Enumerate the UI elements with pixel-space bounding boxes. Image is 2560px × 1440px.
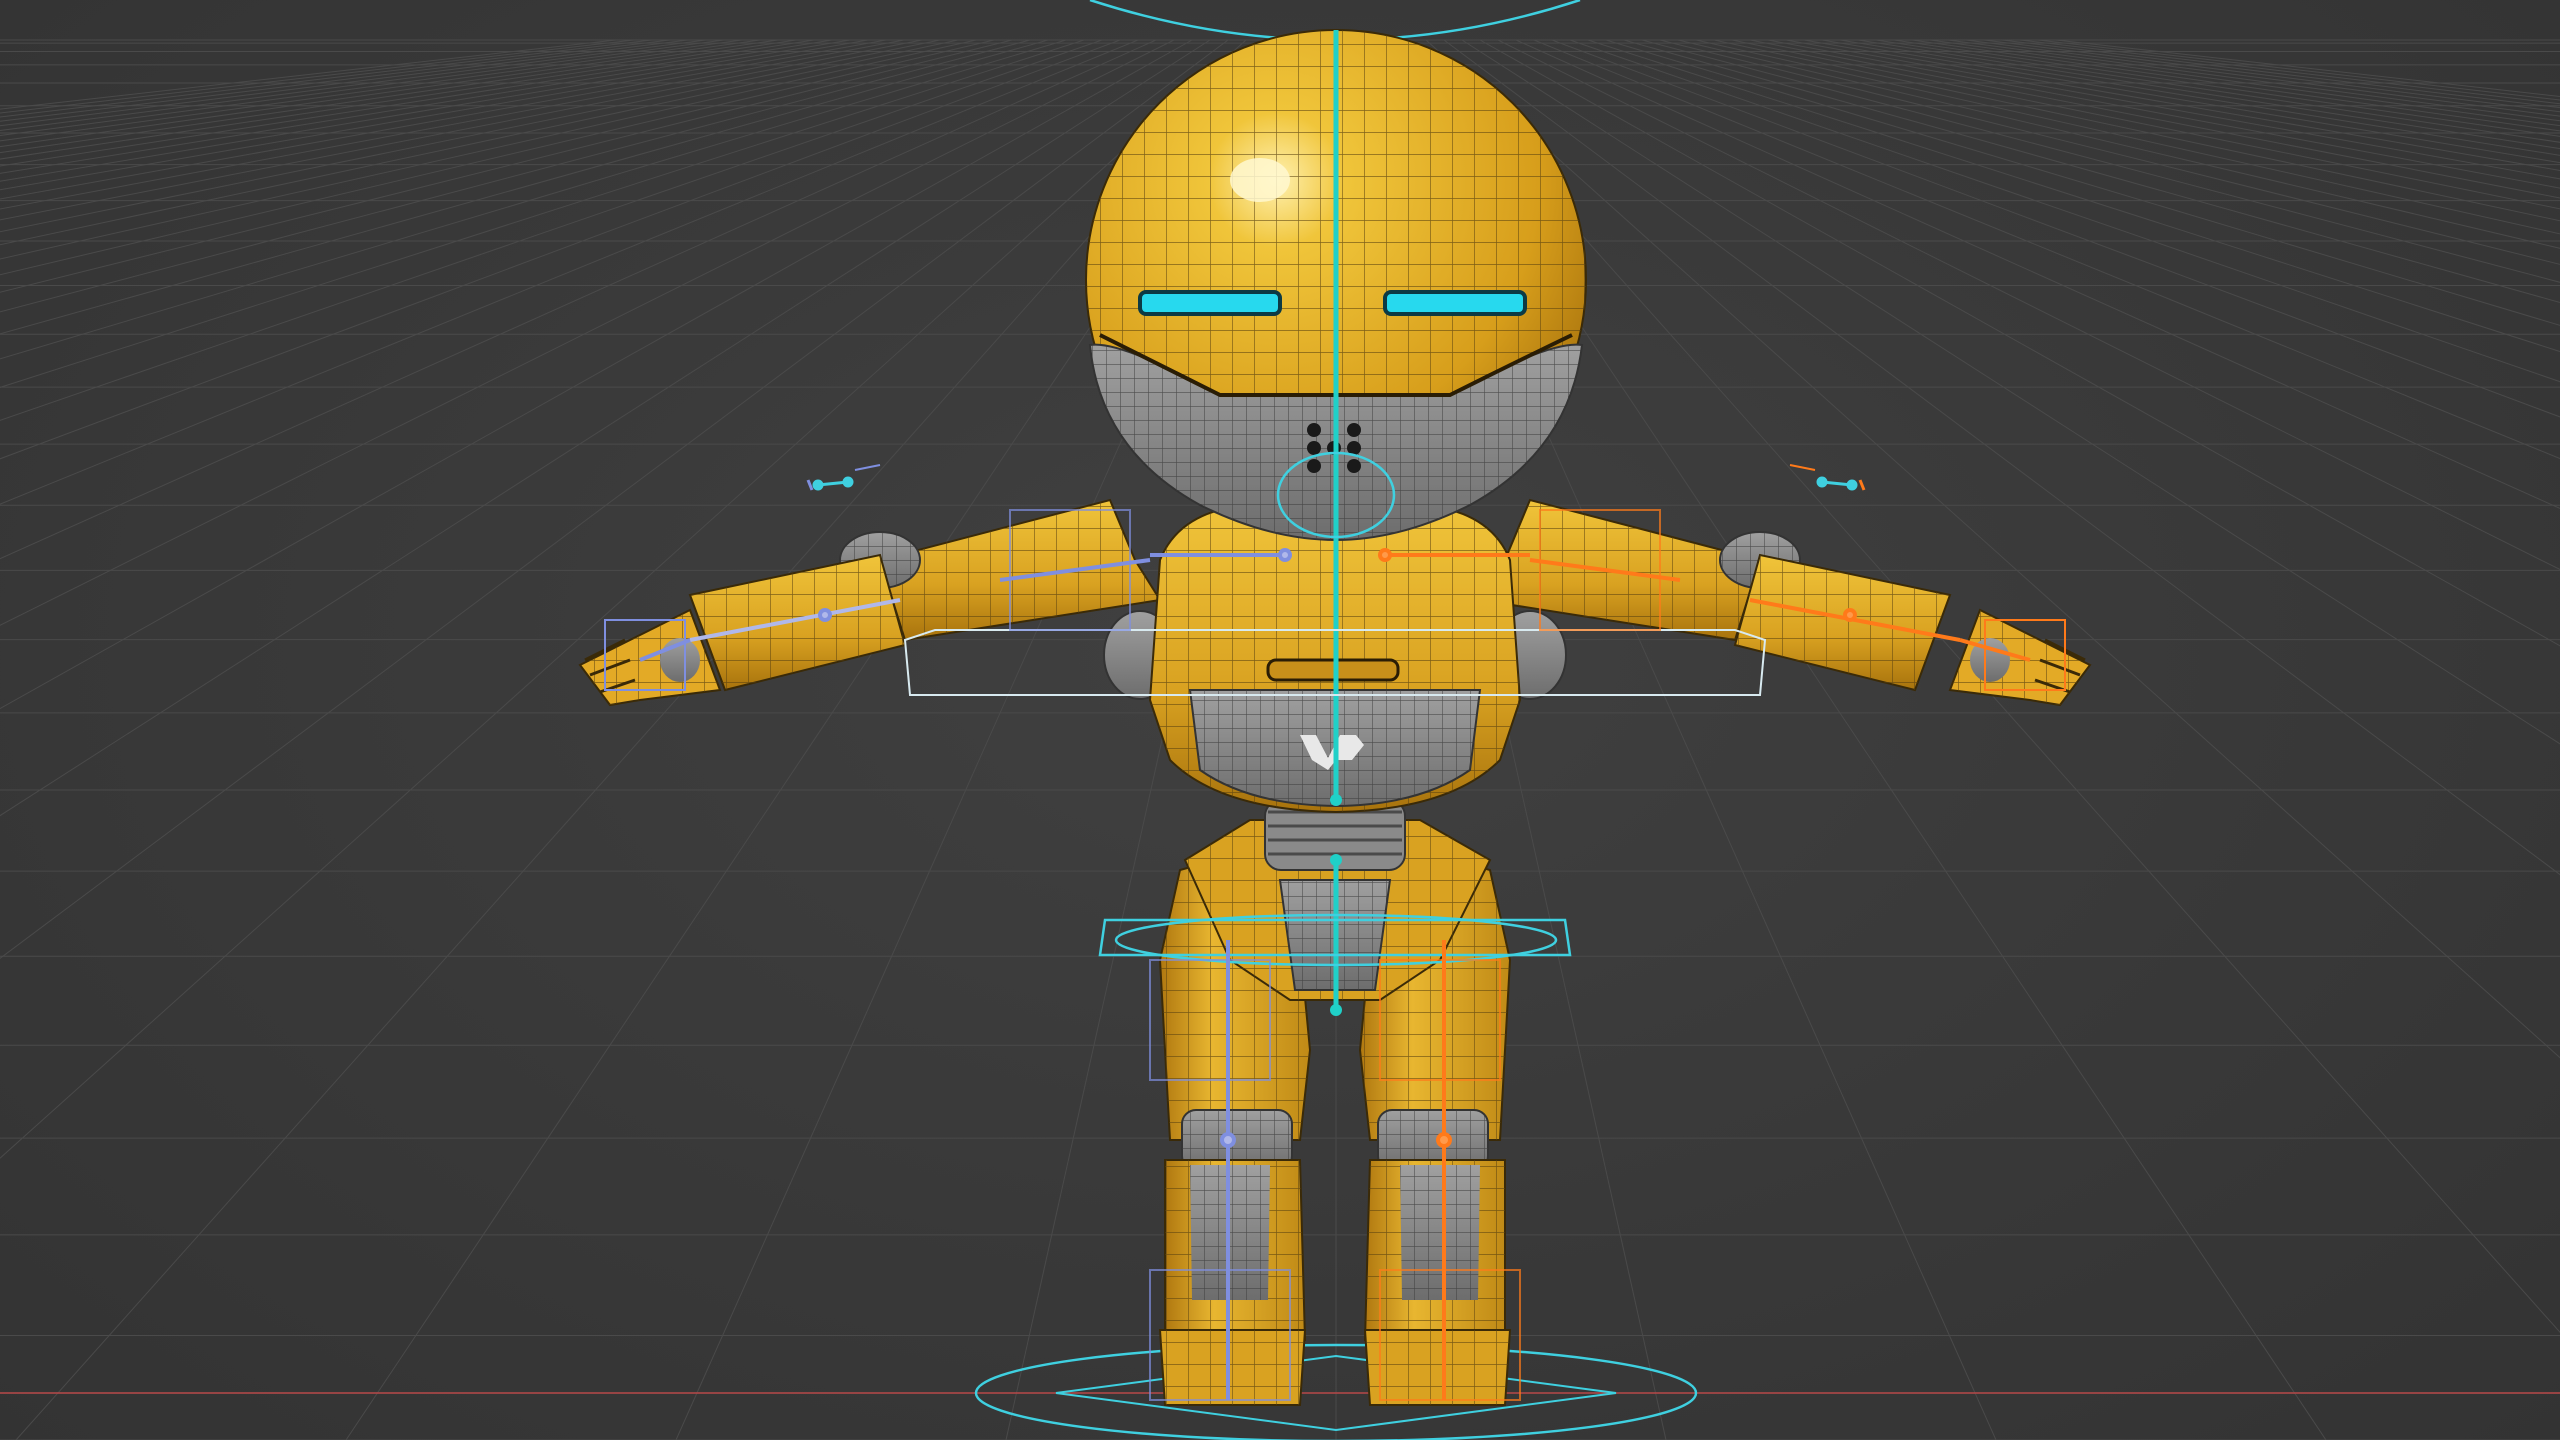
grid-line (1713, 39, 2560, 222)
grid-line (0, 39, 923, 221)
grid-line (1677, 39, 2560, 249)
grid-line (1857, 39, 2560, 150)
grid-line (0, 39, 1049, 335)
grid-line (0, 39, 617, 110)
viewport-canvas[interactable] (0, 0, 2560, 1440)
grid-line (1911, 39, 2560, 132)
grid-line (0, 39, 797, 160)
grid-line (1767, 39, 2560, 189)
grid-line (0, 39, 941, 233)
grid-line (0, 39, 1067, 360)
grid-line (0, 39, 995, 276)
grid-line (2019, 39, 2560, 105)
grid-line (0, 39, 671, 122)
grid-line (1587, 39, 2560, 353)
grid-line (1605, 39, 2560, 326)
grid-line (1569, 39, 2560, 383)
grid-line (1695, 39, 2560, 235)
bone-icon[interactable] (1789, 464, 1866, 491)
grid-line (2001, 39, 2560, 109)
grid-line (0, 39, 905, 210)
grid-line (0, 39, 743, 142)
grid-line (1659, 39, 2560, 265)
grid-line (0, 39, 1085, 388)
grid-line (1479, 39, 2560, 647)
grid-line (1515, 39, 2560, 510)
grid-line (0, 39, 1157, 560)
grid-line (1983, 39, 2560, 113)
grid-line (0, 39, 1175, 626)
grid-line (1551, 39, 2560, 418)
3d-viewport[interactable] (0, 0, 2560, 1440)
grid-line (1443, 39, 2560, 876)
left-arm[interactable] (578, 498, 1162, 707)
grid-line (0, 39, 1193, 710)
grid-line (1875, 39, 2560, 143)
grid-line (1839, 39, 2560, 156)
grid-line (0, 39, 977, 260)
grid-line (1929, 39, 2560, 127)
grid-line (0, 39, 1103, 421)
grid-line (0, 39, 1013, 293)
grid-line (0, 39, 1031, 313)
grid-line (0, 39, 653, 118)
armature[interactable] (604, 30, 2066, 1401)
grid-line (1425, 39, 2560, 1059)
grid-line (0, 39, 779, 154)
grid-line (0, 39, 815, 167)
grid-line (0, 39, 1229, 960)
grid-line (1641, 39, 2560, 283)
grid-line (0, 39, 761, 148)
grid-line (0, 39, 851, 182)
bone-icon[interactable] (806, 464, 881, 491)
chest-slot (1266, 658, 1400, 682)
grid-line (0, 39, 1211, 817)
grid-line (0, 39, 635, 114)
left-eye (1138, 290, 1282, 316)
grid-line (1533, 39, 2560, 460)
grid-line (1623, 39, 2560, 304)
grid-line (1965, 39, 2560, 117)
grid-line (1461, 39, 2560, 745)
grid-line (1497, 39, 2560, 571)
right-eye (1383, 290, 1527, 316)
grid-line (1893, 39, 2560, 137)
grid-line (0, 39, 725, 137)
grid-line (15, 39, 1265, 1440)
right-arm[interactable] (1478, 498, 2092, 707)
grid-line (2037, 39, 2560, 101)
grid-line (1803, 39, 2560, 171)
grid-line (1821, 39, 2560, 164)
grid-line (0, 39, 833, 174)
grid-line (0, 39, 869, 191)
